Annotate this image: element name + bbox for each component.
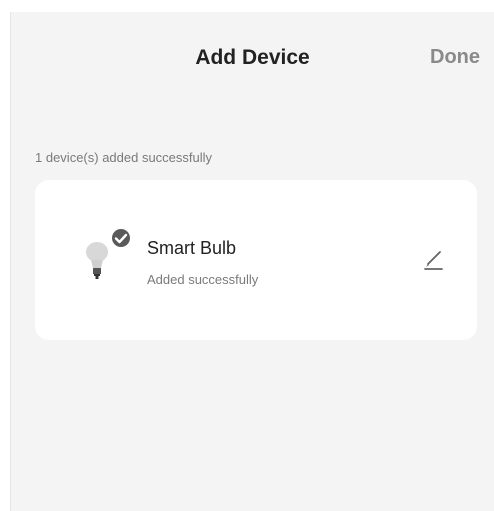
- added-count-text: 1 device(s) added successfully: [35, 150, 213, 165]
- device-name: Smart Bulb: [147, 238, 237, 258]
- page-title: Add Device: [195, 46, 310, 69]
- checkmark-badge-icon: [110, 227, 131, 249]
- add-device-screen: Add Device Done 1 device(s) added succes…: [10, 12, 494, 511]
- navigation-bar: Add Device Done: [11, 12, 494, 100]
- light-bulb-icon: [86, 227, 131, 279]
- done-button[interactable]: Done: [430, 46, 480, 69]
- device-status: Added successfully: [147, 272, 259, 287]
- device-card[interactable]: Smart Bulb Added successfully: [35, 180, 477, 340]
- edit-pencil-icon[interactable]: [419, 246, 447, 274]
